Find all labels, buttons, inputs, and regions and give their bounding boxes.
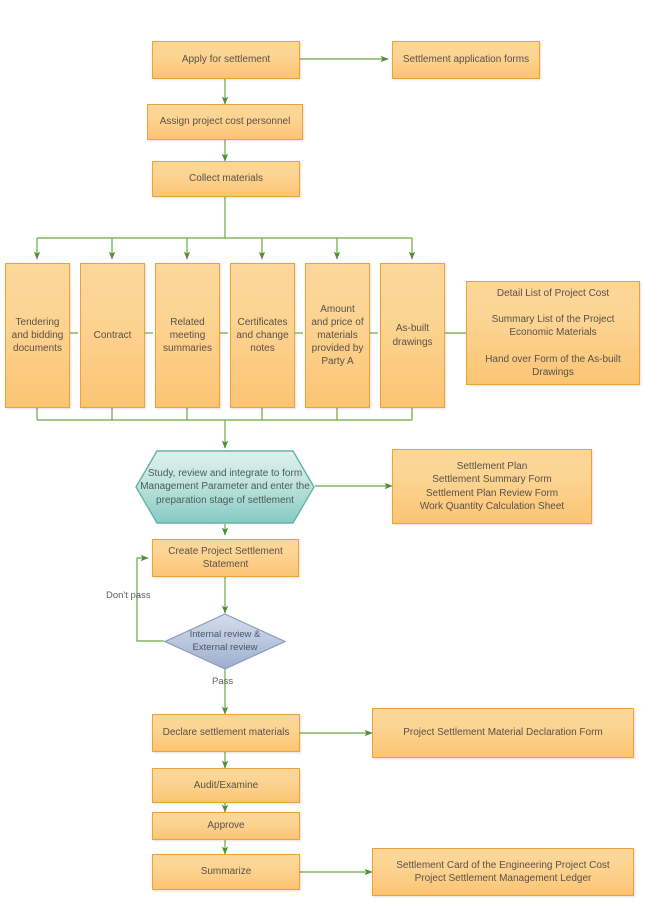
flowchart-canvas: Apply for settlement Settlement applicat…	[0, 0, 650, 918]
node-certificates-and-change-notes[interactable]: Certificates and change notes	[230, 263, 295, 408]
node-approve[interactable]: Approve	[152, 812, 300, 840]
node-apply-for-settlement[interactable]: Apply for settlement	[152, 41, 300, 79]
node-as-built-drawings[interactable]: As-built drawings	[380, 263, 445, 408]
node-label: Declare settlement materials	[162, 727, 290, 739]
edge-label-pass: Pass	[212, 676, 234, 687]
node-settlement-plan-documents[interactable]: Settlement Plan Settlement Summary Form …	[392, 449, 592, 524]
node-label: Create Project Settlement Statement	[168, 545, 283, 570]
node-tendering-and-bidding-documents[interactable]: Tendering and bidding documents	[5, 263, 70, 408]
node-label: Internal review & External review	[189, 628, 261, 653]
node-declare-settlement-materials[interactable]: Declare settlement materials	[152, 714, 300, 752]
node-label: Detail List of Project Cost Summary List…	[485, 287, 621, 378]
node-create-project-settlement-statement[interactable]: Create Project Settlement Statement	[152, 539, 299, 577]
node-label: Apply for settlement	[181, 54, 271, 66]
node-contract[interactable]: Contract	[80, 263, 145, 408]
node-label: Settlement Plan Settlement Summary Form …	[419, 461, 565, 512]
node-label: Audit/Examine	[193, 779, 259, 791]
node-project-settlement-material-declaration-form[interactable]: Project Settlement Material Declaration …	[372, 708, 634, 758]
node-label: Tendering and bidding documents	[11, 316, 64, 355]
node-assign-project-cost-personnel[interactable]: Assign project cost personnel	[147, 104, 303, 140]
node-internal-external-review[interactable]: Internal review & External review	[164, 613, 286, 670]
node-label: Contract	[93, 329, 132, 341]
node-label: Settlement application forms	[402, 54, 530, 66]
node-label: Assign project cost personnel	[159, 116, 291, 128]
node-label: Project Settlement Material Declaration …	[403, 727, 603, 739]
node-summarize[interactable]: Summarize	[152, 854, 300, 890]
node-label: As-built drawings	[392, 323, 433, 348]
node-study-review-integrate[interactable]: Study, review and integrate to form Mana…	[135, 450, 315, 524]
node-settlement-application-forms[interactable]: Settlement application forms	[392, 41, 540, 79]
node-collect-materials[interactable]: Collect materials	[152, 161, 300, 197]
edge-label-dont-pass: Don't pass	[106, 590, 151, 601]
node-label: Summarize	[200, 866, 252, 878]
node-amount-and-price-of-materials[interactable]: Amount and price of materials provided b…	[305, 263, 370, 408]
node-label: Amount and price of materials provided b…	[311, 303, 364, 368]
node-label: Study, review and integrate to form Mana…	[140, 467, 310, 506]
node-audit-examine[interactable]: Audit/Examine	[152, 768, 300, 803]
node-label: Certificates and change notes	[236, 316, 289, 355]
node-settlement-card-ledger[interactable]: Settlement Card of the Engineering Proje…	[372, 848, 634, 896]
node-detail-list-documents[interactable]: Detail List of Project Cost Summary List…	[466, 281, 640, 385]
node-related-meeting-summaries[interactable]: Related meeting summaries	[155, 263, 220, 408]
node-label: Settlement Card of the Engineering Proje…	[396, 859, 610, 884]
node-label: Collect materials	[189, 173, 263, 185]
node-label: Related meeting summaries	[163, 316, 212, 355]
node-label: Approve	[207, 820, 245, 832]
